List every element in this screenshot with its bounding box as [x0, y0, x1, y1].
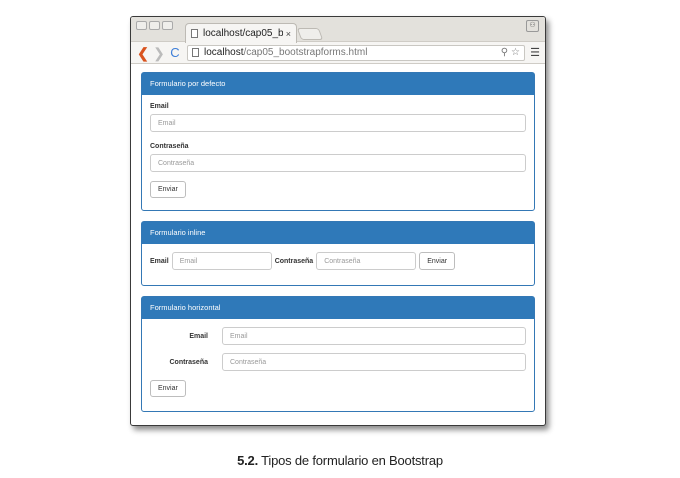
url-path: /cap05_bootstrapforms.html: [243, 47, 368, 58]
close-tab-icon[interactable]: ×: [286, 29, 291, 39]
address-bar[interactable]: localhost/cap05_bootstrapforms.html ⚲ ☆: [187, 44, 525, 61]
panel-title: Formulario inline: [142, 222, 534, 244]
email-input[interactable]: Email: [150, 114, 526, 132]
panel-title: Formulario horizontal: [142, 297, 534, 319]
password-label: Contraseña: [150, 143, 189, 150]
page-icon: [191, 29, 198, 38]
page-icon: [192, 48, 199, 57]
tab-title: localhost/cap05_boo: [203, 28, 283, 39]
browser-window: localhost/cap05_boo × ⚇ ❮ ❯ C localhost/…: [130, 16, 546, 426]
browser-tab[interactable]: localhost/cap05_boo ×: [185, 23, 297, 43]
new-tab-button[interactable]: [296, 28, 324, 40]
panel-horizontal-form: Formulario horizontal Email Email Contra…: [141, 296, 535, 412]
toolbar: ❮ ❯ C localhost/cap05_bootstrapforms.htm…: [131, 42, 545, 64]
submit-button[interactable]: Enviar: [419, 252, 456, 270]
password-input[interactable]: Contraseña: [222, 353, 526, 371]
window-controls: [136, 21, 173, 30]
panel-inline-form: Formulario inline Email Email Contraseña…: [141, 221, 535, 286]
url-host: localhost: [204, 47, 244, 58]
password-label: Contraseña: [169, 358, 208, 366]
password-input[interactable]: Contraseña: [316, 252, 417, 270]
email-label: Email: [189, 332, 208, 340]
title-bar: localhost/cap05_boo × ⚇: [131, 17, 545, 43]
maximize-button[interactable]: [149, 21, 160, 30]
bookmark-star-icon[interactable]: ☆: [511, 47, 520, 58]
submit-button[interactable]: Enviar: [150, 181, 186, 198]
zoom-icon[interactable]: ⚲: [501, 47, 508, 58]
password-label: Contraseña: [274, 257, 314, 265]
caption-number: 5.2.: [237, 453, 258, 468]
email-label: Email: [150, 103, 169, 110]
email-input[interactable]: Email: [171, 252, 272, 270]
email-input[interactable]: Email: [222, 327, 526, 345]
figure-caption: 5.2. Tipos de formulario en Bootstrap: [0, 453, 680, 468]
close-window-button[interactable]: [162, 21, 173, 30]
reload-icon[interactable]: C: [167, 44, 183, 62]
panel-title: Formulario por defecto: [142, 73, 534, 95]
password-input[interactable]: Contraseña: [150, 154, 526, 172]
caption-text: Tipos de formulario en Bootstrap: [258, 453, 443, 468]
back-icon[interactable]: ❮: [135, 44, 151, 62]
user-icon[interactable]: ⚇: [526, 20, 539, 32]
email-label: Email: [150, 257, 169, 265]
panel-default-form: Formulario por defecto Email Email Contr…: [141, 72, 535, 211]
menu-icon[interactable]: ☰: [529, 46, 541, 59]
submit-button[interactable]: Enviar: [150, 380, 186, 397]
minimize-button[interactable]: [136, 21, 147, 30]
forward-icon[interactable]: ❯: [151, 44, 167, 62]
page-content: Formulario por defecto Email Email Contr…: [131, 64, 545, 412]
